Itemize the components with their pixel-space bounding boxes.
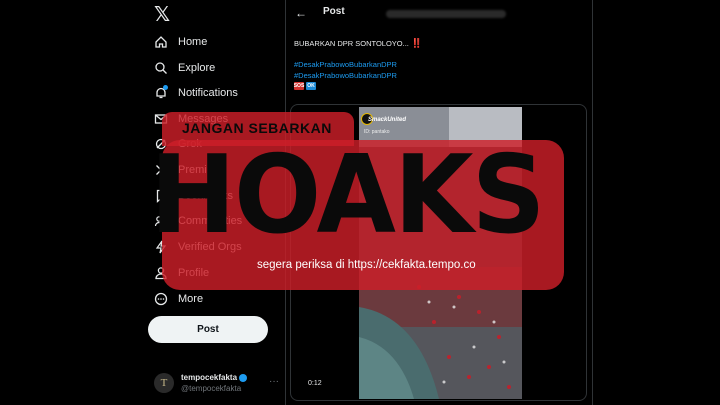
hashtag-link[interactable]: #DesakPrabowoBubarkanDPR <box>294 70 589 81</box>
nav-more[interactable]: More <box>154 287 203 311</box>
verified-badge-icon <box>239 373 248 382</box>
post-button[interactable]: Post <box>148 316 268 343</box>
nav-explore[interactable]: Explore <box>154 56 215 80</box>
lightning-icon <box>154 240 168 254</box>
nav-label: Premium <box>178 164 223 176</box>
account-switcher[interactable]: T tempocekfakta @tempocekfakta ··· <box>154 370 279 396</box>
nav-label: Communities <box>178 215 243 227</box>
nav-home[interactable]: Home <box>154 30 207 54</box>
nav-label: Notifications <box>178 87 238 99</box>
nav-label: Verified Orgs <box>178 241 242 253</box>
mail-icon <box>154 112 168 126</box>
nav-notifications[interactable]: Notifications <box>154 81 238 105</box>
search-icon <box>154 61 168 75</box>
x-premium-icon <box>154 163 168 177</box>
profile-icon <box>154 266 168 280</box>
media-card[interactable]: SmackUnited ID: pantako 0:12 <box>290 104 587 401</box>
nav-communities[interactable]: Communities <box>154 209 242 233</box>
back-arrow-icon[interactable]: ← <box>295 6 307 20</box>
x-logo-icon[interactable]: 𝕏 <box>154 4 176 26</box>
grok-icon <box>154 137 168 151</box>
nav-label: Bookmarks <box>178 190 234 202</box>
nav-bookmarks[interactable]: Bookmarks <box>154 184 233 208</box>
watermark-sub: ID: pantako <box>364 129 390 135</box>
notification-badge <box>163 85 168 90</box>
post-header: ← Post <box>286 0 592 26</box>
blurred-header-region <box>386 10 506 18</box>
page-title: Post <box>323 6 345 17</box>
home-icon <box>154 35 168 49</box>
ok-emoji-icon: OK <box>306 82 316 90</box>
nav-grok[interactable]: Grok <box>154 132 202 156</box>
sidebar: 𝕏 Home Explore Notifications Messages Gr… <box>140 0 280 405</box>
more-circle-icon <box>154 292 168 306</box>
bookmark-icon <box>154 189 168 203</box>
nav-label: Home <box>178 36 208 48</box>
more-dots-icon[interactable]: ··· <box>269 376 279 387</box>
nav-premium[interactable]: Premium <box>154 158 222 182</box>
tweet-body: BUBARKAN DPR SONTOLOYO... ‼️ #DesakPrabo… <box>294 38 589 90</box>
account-name: tempocekfakta <box>181 372 248 383</box>
bell-icon <box>154 85 168 100</box>
video-timestamp: 0:12 <box>308 380 322 387</box>
tweet-text-main: BUBARKAN DPR SONTOLOYO... <box>294 39 409 48</box>
nav-label: More <box>178 293 204 305</box>
nav-messages[interactable]: Messages <box>154 107 228 131</box>
nav-label: Grok <box>178 138 202 150</box>
account-name-text: tempocekfakta <box>181 373 238 382</box>
hashtag-link[interactable]: #DesakPrabowoBubarkanDPR <box>294 59 589 70</box>
emoji-row: SOS OK <box>294 82 589 90</box>
nav-verified-orgs[interactable]: Verified Orgs <box>154 235 242 259</box>
tweet-text: BUBARKAN DPR SONTOLOYO... ‼️ <box>294 38 589 49</box>
nav-profile[interactable]: Profile <box>154 261 209 285</box>
account-handle: @tempocekfakta <box>181 384 242 393</box>
communities-icon <box>154 214 168 228</box>
crowd-video-frame <box>359 107 522 399</box>
watermark-name: SmackUnited <box>368 117 407 123</box>
account-text: tempocekfakta @tempocekfakta <box>181 372 248 394</box>
video-player[interactable]: SmackUnited ID: pantako <box>359 107 522 399</box>
double-exclamation-icon: ‼️ <box>410 38 423 48</box>
sos-emoji-icon: SOS <box>293 82 305 90</box>
nav-label: Explore <box>178 62 216 74</box>
avatar: T <box>154 373 174 393</box>
nav-label: Profile <box>178 267 210 279</box>
nav-label: Messages <box>178 113 229 125</box>
main-column: ← Post BUBARKAN DPR SONTOLOYO... ‼️ #Des… <box>285 0 593 405</box>
